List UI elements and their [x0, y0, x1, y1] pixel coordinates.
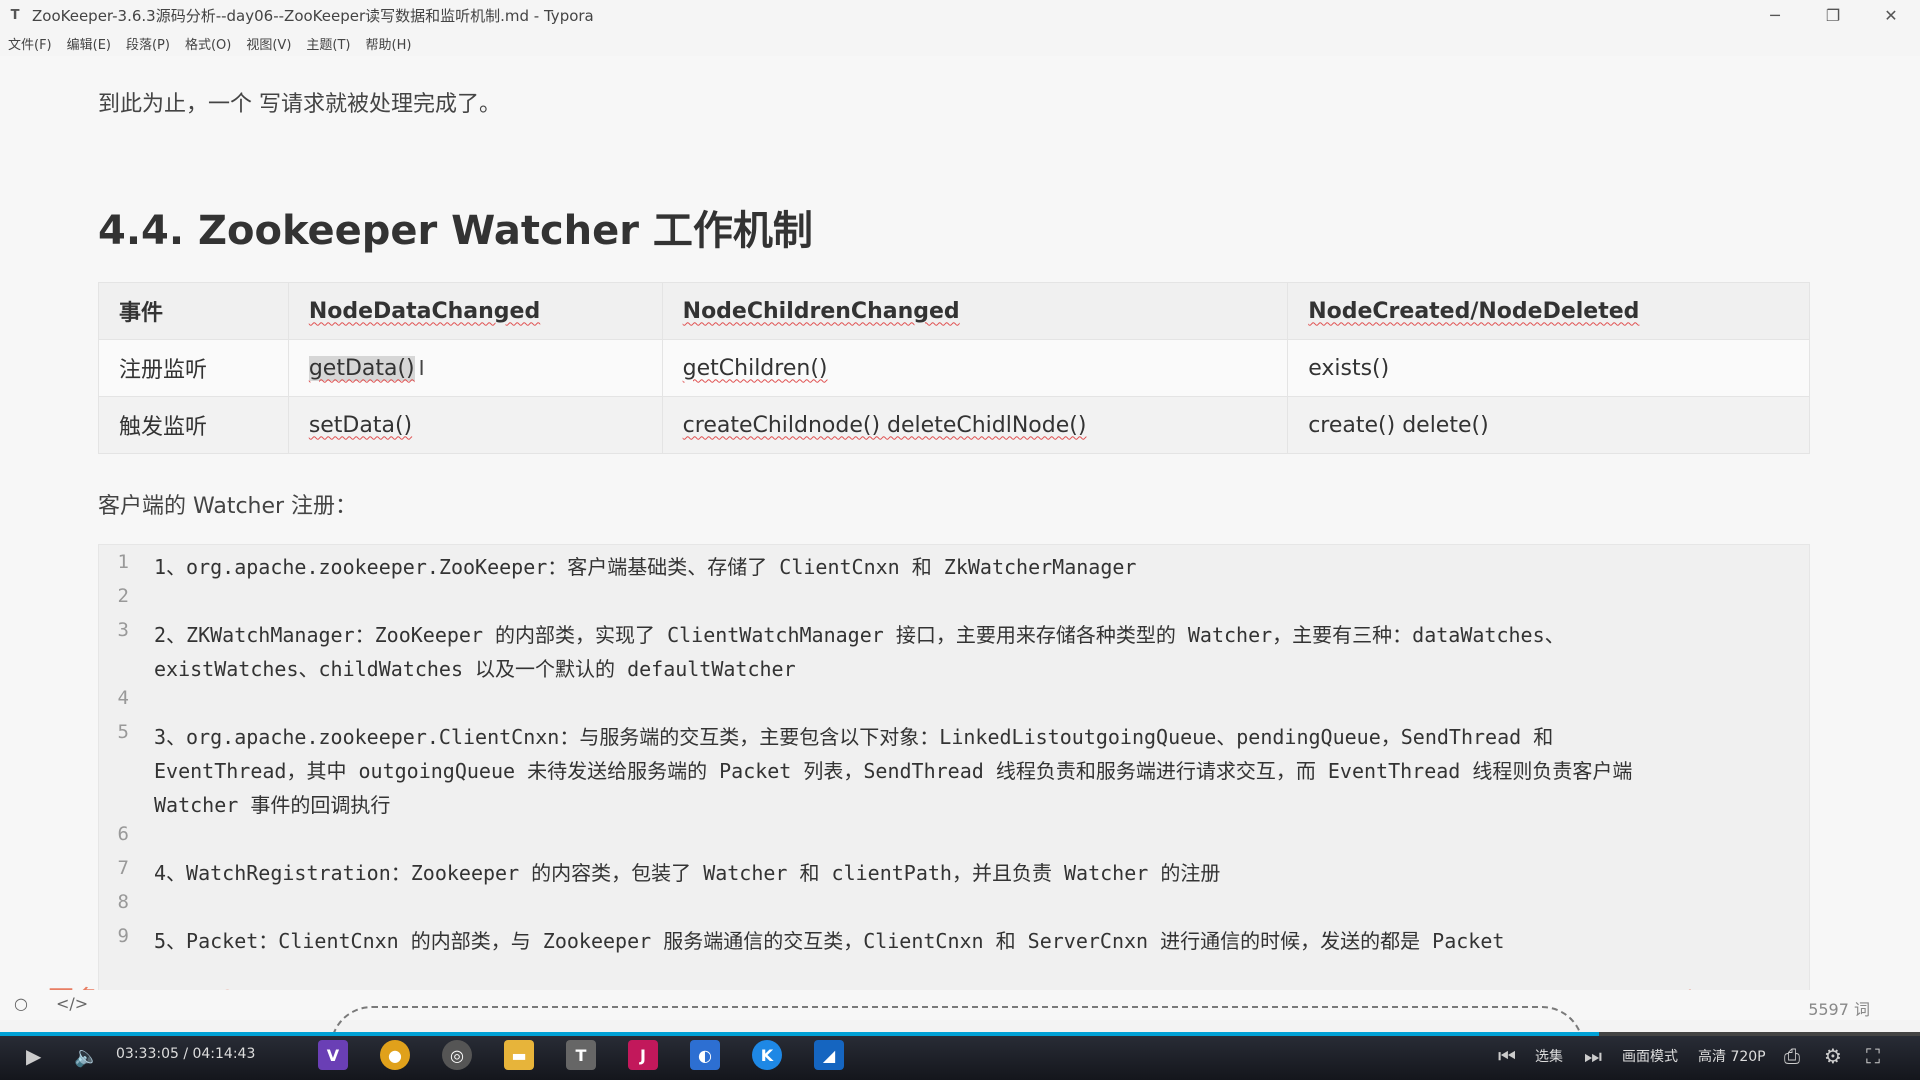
code-line[interactable]: 4 [99, 687, 1809, 721]
text-cursor-icon: I [418, 355, 425, 380]
app-icon[interactable]: ◢ [814, 1040, 844, 1070]
app-icon[interactable]: K [752, 1040, 782, 1070]
table-cell[interactable]: getData() I [287, 339, 663, 397]
client-watcher-label[interactable]: 客户端的 Watcher 注册： [98, 488, 357, 520]
playback-time: 03:33:05 / 04:14:43 [116, 1046, 256, 1062]
line-number: 5 [117, 721, 129, 743]
code-line[interactable]: 3 2、ZKWatchManager：ZooKeeper 的内部类，实现了 Cli… [99, 619, 1809, 653]
table-cell[interactable]: setData() [287, 396, 663, 454]
code-line[interactable]: 5 3、org.apache.zookeeper.ClientCnxn：与服务端的… [99, 721, 1809, 755]
menu-view[interactable]: 视图(V) [246, 34, 291, 53]
intellij-icon[interactable]: J [628, 1040, 658, 1070]
line-number: 3 [117, 619, 129, 641]
next-icon[interactable]: ⏭ [1584, 1044, 1602, 1068]
header-text: NodeChildrenChanged [682, 298, 960, 324]
code-text: EventThread，其中 outgoingQueue 未待发送给服务端的 P… [154, 759, 1633, 783]
typora-app-icon: T [10, 7, 20, 23]
selected-text: getData() [308, 355, 415, 381]
screen-mode-button[interactable]: 画面模式 [1622, 1046, 1678, 1066]
source-code-toggle-icon[interactable]: </> [56, 994, 88, 1013]
play-icon[interactable]: ▶ [26, 1044, 41, 1068]
quality-button[interactable]: 高清 720P [1698, 1046, 1766, 1066]
app-icon[interactable]: ◎ [442, 1040, 472, 1070]
typora-taskbar-icon[interactable]: T [566, 1040, 596, 1070]
screenshot-icon[interactable]: ⎙ [1784, 1044, 1800, 1068]
table-cell[interactable]: exists() [1287, 339, 1810, 397]
cell-text: createChildnode() deleteChidlNode() [682, 412, 1087, 438]
header-text: NodeDataChanged [308, 298, 541, 324]
menu-edit[interactable]: 编辑(E) [67, 34, 111, 53]
progress-bar[interactable] [0, 1032, 1920, 1036]
table-cell[interactable]: createChildnode() deleteChidlNode() [661, 396, 1289, 454]
window-title: ZooKeeper-3.6.3源码分析--day06--ZooKeeper读写数… [32, 6, 594, 25]
minimize-button[interactable]: ─ [1746, 0, 1804, 30]
intro-paragraph[interactable]: 到此为止，一个 写请求就被处理完成了。 [98, 86, 501, 118]
code-text: existWatches、childWatches 以及一个默认的 defaul… [154, 657, 796, 681]
code-line[interactable]: Watcher 事件的回调执行 [99, 789, 1809, 823]
outline-circle-icon[interactable]: ○ [14, 994, 28, 1013]
restore-button[interactable]: ❐ [1804, 0, 1862, 30]
section-heading[interactable]: 4.4. Zookeeper Watcher 工作机制 [98, 198, 813, 256]
code-line[interactable]: 1 1、org.apache.zookeeper.ZooKeeper：客户端基础类… [99, 551, 1809, 585]
code-text: 1、org.apache.zookeeper.ZooKeeper：客户端基础类、… [154, 555, 1137, 579]
code-text: 2、ZKWatchManager：ZooKeeper 的内部类，实现了 Clie… [154, 623, 1565, 647]
code-line[interactable]: 8 [99, 891, 1809, 925]
menu-help[interactable]: 帮助(H) [366, 34, 412, 53]
table-header-cell[interactable]: NodeChildrenChanged [661, 282, 1289, 340]
window-controls: ─ ❐ ✕ [1746, 0, 1920, 30]
previous-icon[interactable]: ⏮ [1498, 1044, 1516, 1068]
table-header-cell[interactable]: NodeDataChanged [287, 282, 663, 340]
code-line[interactable]: 6 [99, 823, 1809, 857]
code-text: Watcher 事件的回调执行 [154, 793, 391, 817]
cell-text: getChildren() [682, 355, 828, 381]
code-line[interactable]: EventThread，其中 outgoingQueue 未待发送给服务端的 P… [99, 755, 1809, 789]
table-header-cell[interactable]: 事件 [98, 282, 289, 340]
table-header-cell[interactable]: NodeCreated/NodeDeleted [1287, 282, 1810, 340]
word-count[interactable]: 5597 词 [1808, 996, 1870, 1020]
line-number: 7 [117, 857, 129, 879]
select-episode-button[interactable]: 选集 [1535, 1046, 1563, 1066]
line-number: 6 [117, 823, 129, 845]
chrome-icon[interactable]: ● [380, 1040, 410, 1070]
header-text: NodeCreated/NodeDeleted [1308, 298, 1640, 324]
menu-format[interactable]: 格式(O) [185, 34, 231, 53]
menu-bar: 文件(F) 编辑(E) 段落(P) 格式(O) 视图(V) 主题(T) 帮助(H… [0, 30, 1920, 56]
fullscreen-icon[interactable]: ⛶ [1866, 1044, 1880, 1068]
menu-file[interactable]: 文件(F) [8, 34, 52, 53]
menu-theme[interactable]: 主题(T) [306, 34, 350, 53]
line-number: 8 [117, 891, 129, 913]
code-text: 4、WatchRegistration：Zookeeper 的内容类，包装了 W… [154, 861, 1221, 885]
app-icon[interactable]: ◐ [690, 1040, 720, 1070]
volume-icon[interactable]: 🔈 [74, 1044, 99, 1068]
code-block[interactable]: 1 1、org.apache.zookeeper.ZooKeeper：客户端基础类… [98, 544, 1810, 996]
cell-text: setData() [308, 412, 413, 438]
code-text: 3、org.apache.zookeeper.ClientCnxn：与服务端的交… [154, 725, 1554, 749]
line-number: 2 [117, 585, 129, 607]
line-number: 1 [117, 551, 129, 573]
code-line[interactable]: existWatches、childWatches 以及一个默认的 defaul… [99, 653, 1809, 687]
table-row: 注册监听 getData() I getChildren() exists() [98, 339, 1810, 397]
menu-paragraph[interactable]: 段落(P) [126, 34, 170, 53]
table-header-row: 事件 NodeDataChanged NodeChildrenChanged N… [98, 282, 1810, 340]
code-line[interactable]: 9 5、Packet：ClientCnxn 的内部类，与 Zookeeper 服务… [99, 925, 1809, 959]
close-button[interactable]: ✕ [1862, 0, 1920, 30]
folder-icon[interactable]: ▬ [504, 1040, 534, 1070]
line-number: 4 [117, 687, 129, 709]
progress-fill [0, 1032, 1600, 1036]
code-line[interactable]: 2 [99, 585, 1809, 619]
code-text: 5、Packet：ClientCnxn 的内部类，与 Zookeeper 服务端… [154, 929, 1505, 953]
visual-studio-icon[interactable]: V [318, 1040, 348, 1070]
table-cell[interactable]: 触发监听 [98, 396, 289, 454]
code-line[interactable]: 7 4、WatchRegistration：Zookeeper 的内容类，包装了 … [99, 857, 1809, 891]
table-row: 触发监听 setData() createChildnode() deleteC… [98, 396, 1810, 454]
settings-gear-icon[interactable]: ⚙ [1824, 1044, 1842, 1068]
table-cell[interactable]: 注册监听 [98, 339, 289, 397]
title-bar: T ZooKeeper-3.6.3源码分析--day06--ZooKeeper读… [0, 0, 1920, 30]
table-cell[interactable]: getChildren() [661, 339, 1289, 397]
table-cell[interactable]: create() delete() [1287, 396, 1810, 454]
editor-content[interactable]: 到此为止，一个 写请求就被处理完成了。 4.4. Zookeeper Watch… [0, 56, 1920, 1020]
watcher-event-table[interactable]: 事件 NodeDataChanged NodeChildrenChanged N… [98, 282, 1810, 454]
line-number: 9 [117, 925, 129, 947]
